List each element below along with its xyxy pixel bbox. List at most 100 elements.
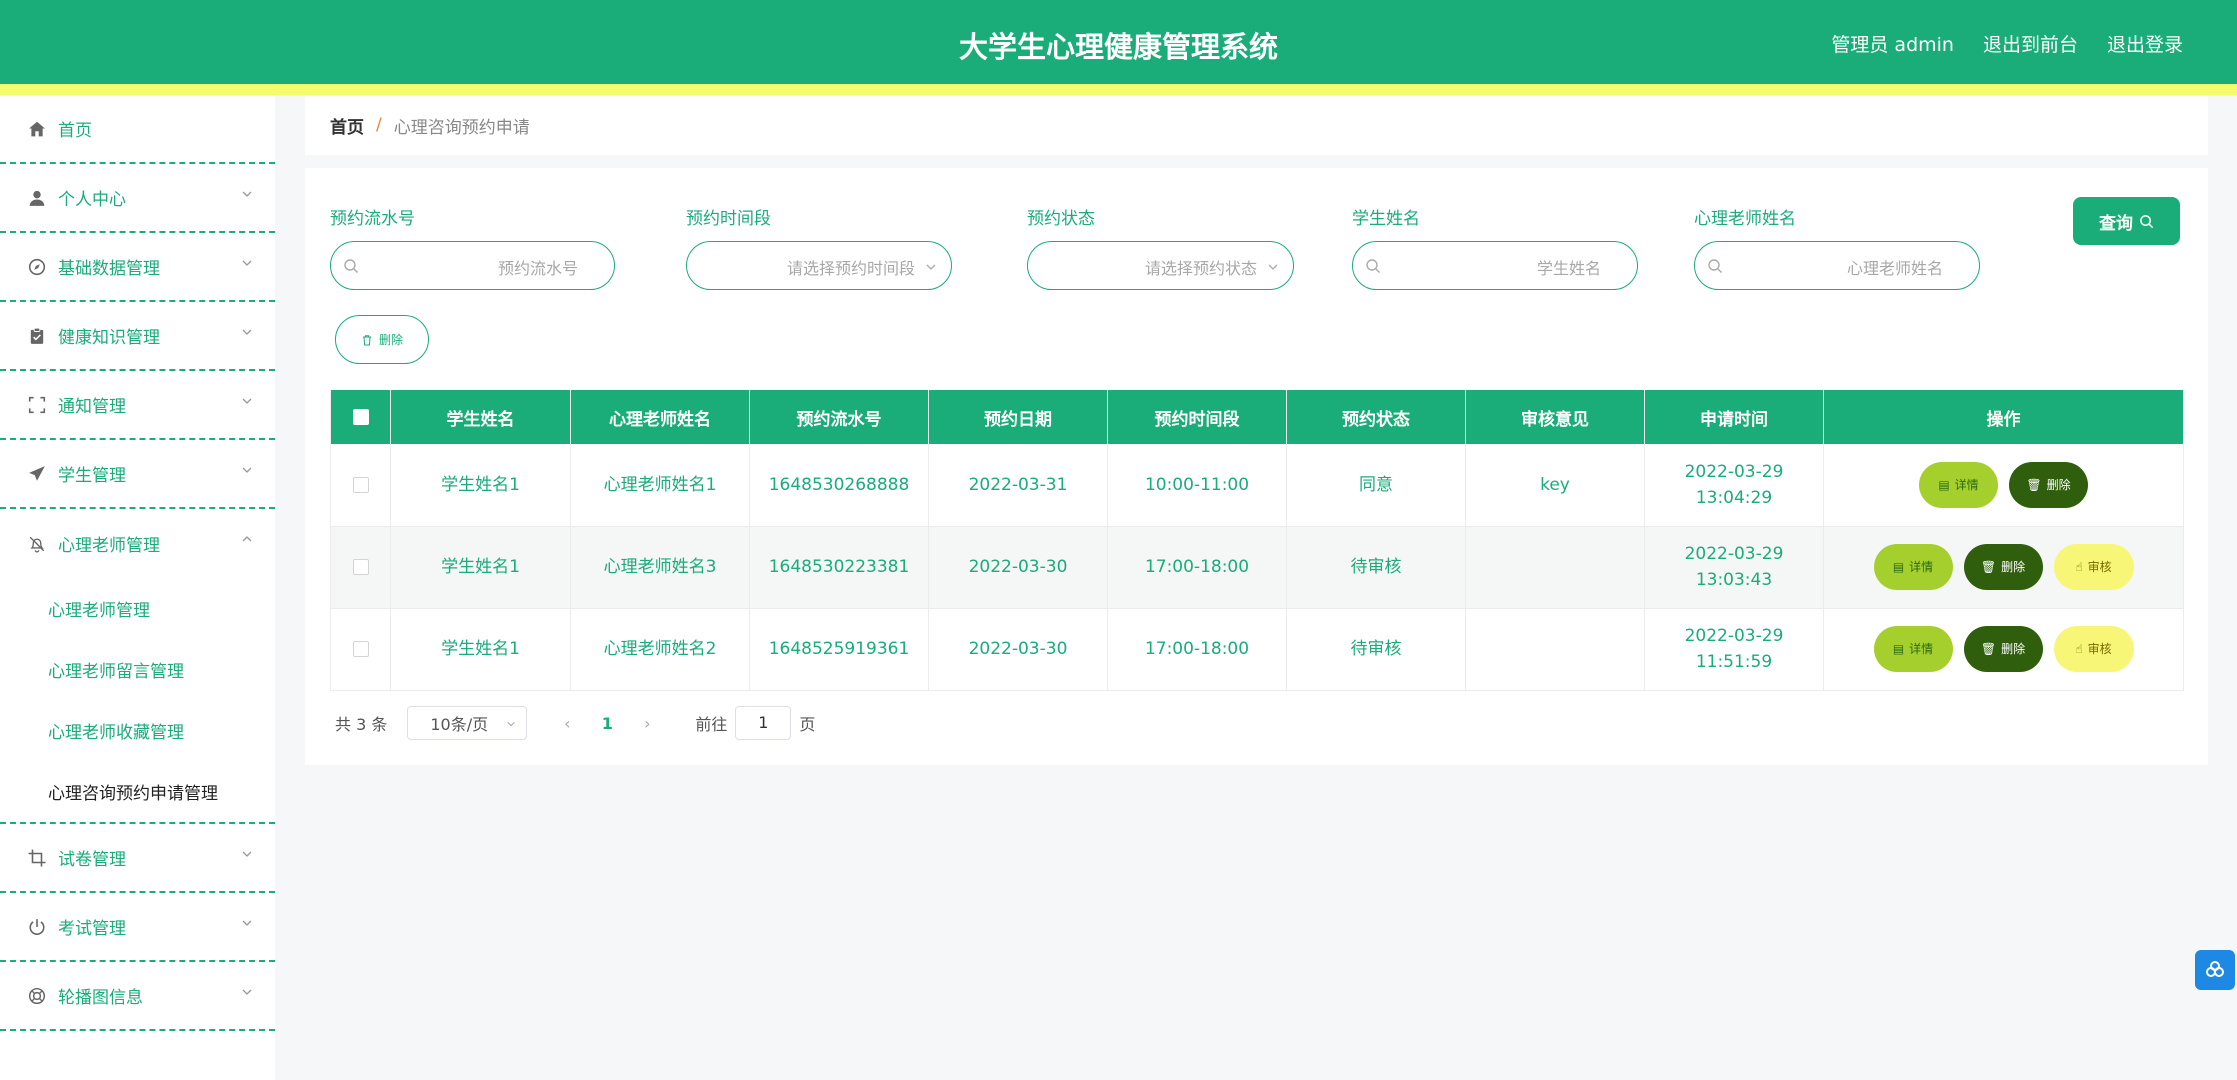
sidebar-item-profile[interactable]: 个人中心: [0, 164, 275, 233]
trash-icon: 🗑: [2026, 477, 2042, 492]
table-row: 学生姓名1 心理老师姓名2 1648525919361 2022-03-30 1…: [330, 608, 2184, 691]
page-number-current[interactable]: 1: [587, 714, 627, 733]
search-label: 学生姓名: [1352, 209, 1420, 229]
chevron-up-icon: [242, 536, 252, 542]
submenu-teacher-favorites[interactable]: 心理老师收藏管理: [0, 700, 275, 761]
chevron-down-icon: [242, 920, 252, 926]
breadcrumb-separator: /: [376, 115, 382, 135]
chevron-down-icon: [507, 721, 516, 727]
sidebar-item-exams[interactable]: 考试管理: [0, 893, 275, 962]
compass-icon: [28, 258, 46, 276]
trash-icon: 🗑: [1980, 642, 1997, 656]
cell-serial: 1648525919361: [749, 608, 929, 691]
timeslot-select[interactable]: 请选择预约时间段: [686, 241, 952, 290]
lifebuoy-icon: [28, 987, 46, 1005]
audit-label: 审核: [2087, 560, 2112, 574]
pagination: 共 3 条 10条/页 ‹ 1 › 前往 1 页: [335, 706, 815, 740]
page-size-value: 10条/页: [430, 715, 489, 734]
cell-date: 2022-03-31: [928, 444, 1108, 527]
delete-button[interactable]: 🗑 删除: [1963, 626, 2043, 672]
detail-button[interactable]: ▤ 详情: [1873, 626, 1953, 672]
cell-date: 2022-03-30: [928, 526, 1108, 609]
cloud-icon: [2206, 961, 2224, 977]
status-select[interactable]: 请选择预约状态: [1027, 241, 1294, 290]
search-field-timeslot: 预约时间段 请选择预约时间段: [686, 204, 952, 290]
cell-teacher: 心理老师姓名2: [570, 608, 750, 691]
cell-slot: 17:00-18:00: [1107, 526, 1287, 609]
teacher-name-input[interactable]: 心理老师姓名: [1694, 241, 1980, 290]
page-size-select[interactable]: 10条/页: [407, 706, 528, 740]
select-placeholder: 请选择预约状态: [1144, 259, 1257, 278]
audit-button[interactable]: ☝ 审核: [2053, 544, 2134, 590]
search-icon: [344, 259, 358, 273]
query-button[interactable]: 查询: [2073, 197, 2180, 245]
chevron-down-icon: [242, 467, 252, 473]
cell-slot: 10:00-11:00: [1107, 444, 1287, 527]
home-icon: [28, 120, 46, 138]
row-checkbox[interactable]: [330, 608, 391, 691]
header-accent-line: [0, 84, 2237, 95]
search-field-serial: 预约流水号 预约流水号: [330, 204, 615, 290]
sidebar-item-health-knowledge[interactable]: 健康知识管理: [0, 302, 275, 371]
sidebar-item-teachers[interactable]: 心理老师管理: [0, 509, 275, 578]
cell-opinion: key: [1465, 444, 1645, 527]
audit-label: 审核: [2087, 642, 2112, 656]
next-page-button[interactable]: ›: [627, 714, 667, 733]
hand-icon: ☝: [2075, 560, 2083, 574]
breadcrumb: 首页 / 心理咨询预约申请: [305, 95, 2208, 155]
column-header: 审核意见: [1465, 390, 1645, 444]
select-placeholder: 请选择预约时间段: [786, 259, 915, 278]
search-field-student: 学生姓名 学生姓名: [1352, 204, 1638, 290]
submenu-appointment-requests[interactable]: 心理咨询预约申请管理: [0, 761, 275, 822]
delete-button[interactable]: 🗑 删除: [2009, 461, 2088, 508]
cell-student: 学生姓名1: [390, 526, 571, 609]
cell-status: 待审核: [1286, 608, 1466, 691]
cell-opinion: [1465, 608, 1645, 691]
sidebar-item-label: 个人中心: [58, 190, 126, 210]
sidebar-item-label: 通知管理: [58, 397, 126, 417]
crop-icon: [28, 849, 46, 867]
sidebar-item-papers[interactable]: 试卷管理: [0, 824, 275, 893]
batch-delete-button[interactable]: 删除: [335, 315, 429, 364]
detail-button[interactable]: ▤ 详情: [1873, 544, 1953, 590]
chevron-down-icon: [242, 398, 252, 404]
appointment-table: 学生姓名 心理老师姓名 预约流水号 预约日期 预约时间段 预约状态 审核意见 申…: [330, 390, 2184, 691]
goto-page-input[interactable]: 1: [735, 706, 792, 740]
serial-search-input[interactable]: 预约流水号: [330, 241, 615, 290]
audit-button[interactable]: ☝ 审核: [2053, 626, 2134, 672]
sidebar-item-carousel[interactable]: 轮播图信息: [0, 962, 275, 1031]
delete-label: 删除: [2001, 642, 2026, 656]
row-checkbox[interactable]: [330, 526, 391, 609]
select-all-checkbox[interactable]: [330, 390, 391, 444]
search-label: 心理老师姓名: [1694, 209, 1796, 229]
delete-button[interactable]: 🗑 删除: [1963, 544, 2043, 590]
student-name-input[interactable]: 学生姓名: [1352, 241, 1638, 290]
prev-page-button[interactable]: ‹: [547, 714, 587, 733]
cell-student: 学生姓名1: [390, 444, 571, 527]
cell-applied: 2022-03-29 11:51:59: [1644, 608, 1824, 691]
sidebar-item-basic-data[interactable]: 基础数据管理: [0, 233, 275, 302]
detail-button[interactable]: ▤ 详情: [1919, 461, 1998, 508]
clipboard-icon: [28, 327, 46, 345]
power-icon: [28, 918, 46, 936]
search-field-teacher: 心理老师姓名 心理老师姓名: [1694, 204, 1980, 290]
sidebar-item-students[interactable]: 学生管理: [0, 440, 275, 509]
sidebar-item-label: 学生管理: [58, 466, 126, 486]
column-header: 预约时间段: [1107, 390, 1287, 444]
logout-link[interactable]: 退出登录: [2107, 30, 2183, 57]
breadcrumb-home[interactable]: 首页: [330, 113, 364, 138]
submenu-teacher-messages[interactable]: 心理老师留言管理: [0, 639, 275, 700]
submenu-teacher-manage[interactable]: 心理老师管理: [0, 578, 275, 639]
column-header: 学生姓名: [390, 390, 571, 444]
current-user-label[interactable]: 管理员 admin: [1831, 30, 1954, 57]
sidebar-item-notice[interactable]: 通知管理: [0, 371, 275, 440]
floating-assistant-button[interactable]: [2195, 950, 2235, 990]
hand-icon: ☝: [2075, 642, 2083, 656]
cell-serial: 1648530268888: [749, 444, 929, 527]
row-checkbox[interactable]: [330, 444, 391, 527]
sidebar-item-home[interactable]: 首页: [0, 95, 275, 164]
cell-applied: 2022-03-29 13:03:43: [1644, 526, 1824, 609]
chevron-down-icon: [242, 260, 252, 266]
exit-to-front-link[interactable]: 退出到前台: [1983, 30, 2078, 57]
query-button-label: 查询: [2099, 213, 2133, 234]
